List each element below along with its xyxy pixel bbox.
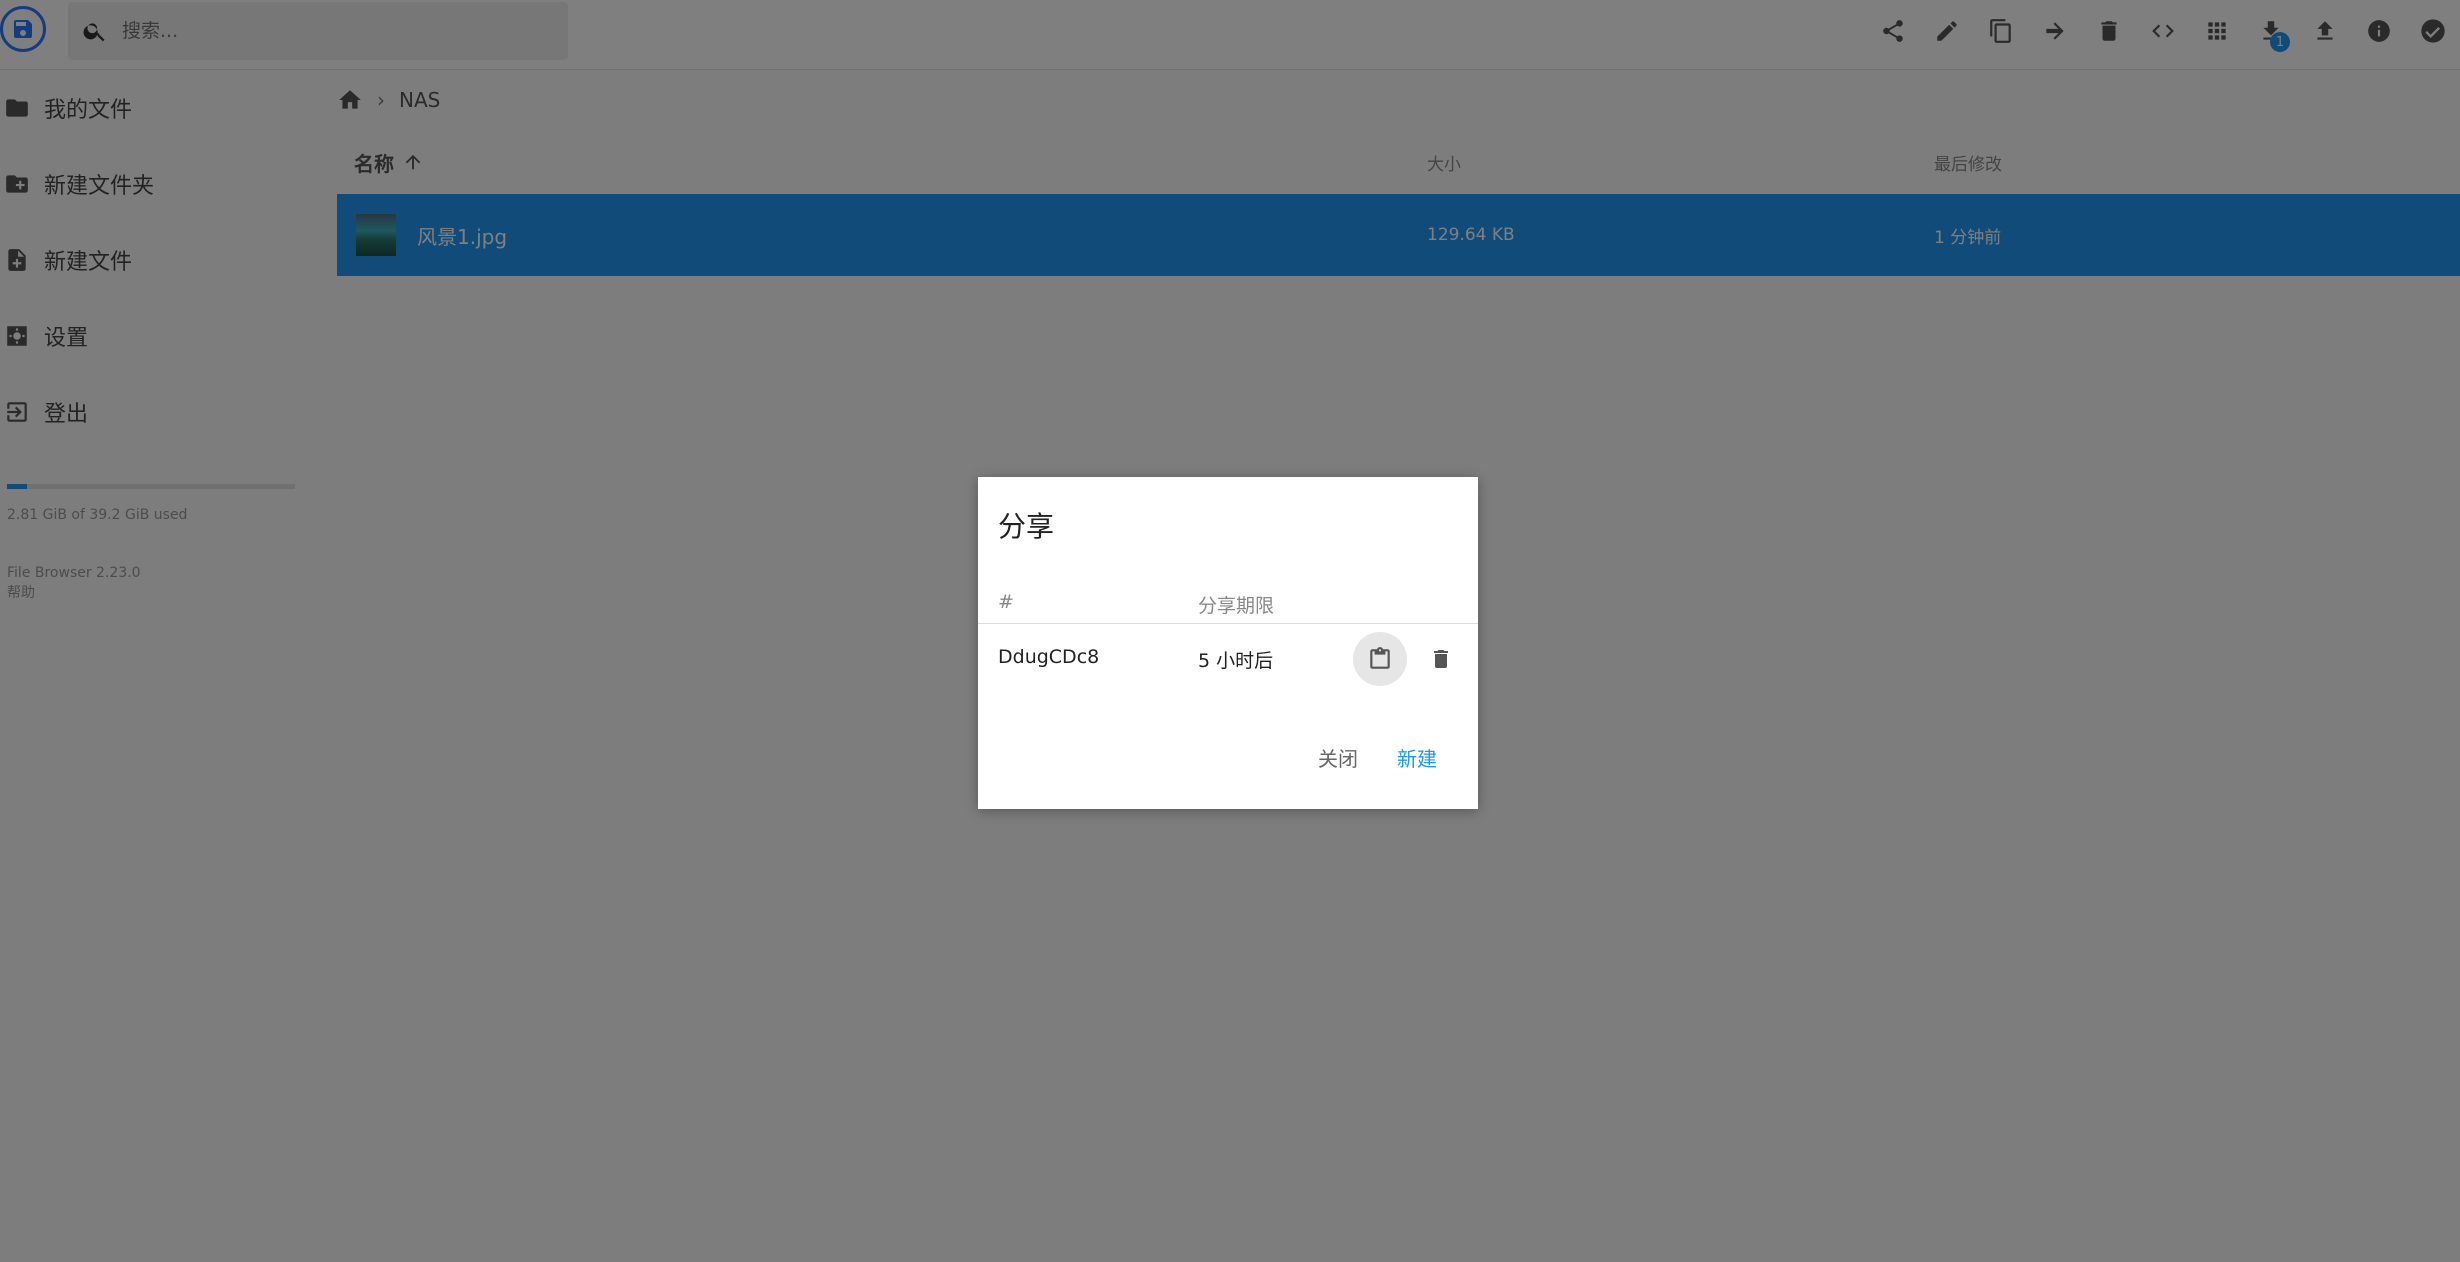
share-row: DdugCDc8 5 小时后 (978, 624, 1478, 694)
dialog-title: 分享 (998, 510, 1055, 543)
share-id[interactable]: DdugCDc8 (998, 646, 1099, 668)
delete-share-button[interactable] (1414, 632, 1468, 686)
new-share-button[interactable]: 新建 (1397, 743, 1437, 772)
column-hash-label: # (998, 591, 1014, 613)
copy-link-button[interactable] (1353, 632, 1407, 686)
delete-icon (1434, 650, 1448, 668)
close-button[interactable]: 关闭 (1318, 743, 1358, 772)
share-expire: 5 小时后 (1198, 650, 1274, 672)
share-dialog: 分享 # 分享期限 DdugCDc8 5 小时后 关闭 新建 (978, 477, 1478, 809)
clipboard-icon (1370, 647, 1390, 669)
share-table-header: # 分享期限 (978, 587, 1478, 624)
column-expire-label: 分享期限 (1198, 595, 1275, 617)
